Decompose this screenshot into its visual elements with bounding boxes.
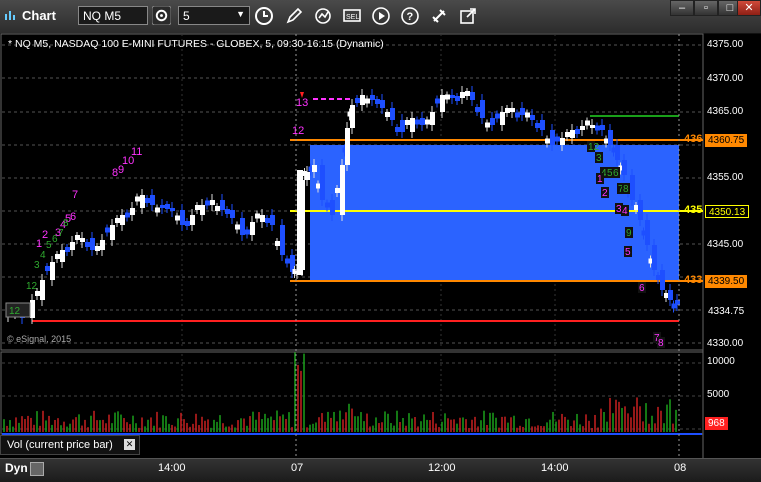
svg-text:6: 6 bbox=[70, 211, 76, 223]
svg-text:8: 8 bbox=[658, 338, 664, 349]
resistance-tag: 4360.75 bbox=[705, 134, 748, 147]
svg-text:5: 5 bbox=[625, 247, 631, 258]
svg-text:8: 8 bbox=[63, 218, 69, 229]
zoom-icon[interactable] bbox=[30, 462, 44, 476]
export-icon[interactable] bbox=[458, 6, 478, 26]
price-tick: 4365.00 bbox=[707, 106, 744, 117]
svg-text:3: 3 bbox=[34, 260, 40, 271]
volume-tick: 5000 bbox=[707, 389, 730, 400]
volume-tick: 10000 bbox=[707, 356, 735, 367]
time-tick: 08 bbox=[674, 462, 687, 474]
interval-value: 5 bbox=[183, 9, 190, 23]
layout-icon[interactable]: SEL bbox=[342, 6, 362, 26]
svg-text:7: 7 bbox=[58, 228, 64, 239]
time-axis-bar bbox=[0, 458, 761, 482]
chevron-down-icon: ▼ bbox=[236, 9, 245, 19]
title-bar: Chart NQ M5 5 ▼ SEL ? – ▫ □ ✕ bbox=[0, 0, 761, 34]
time-tick: 07 bbox=[291, 462, 304, 474]
mid-label: 435 bbox=[684, 204, 703, 216]
volume-last-tag: 968 bbox=[705, 417, 728, 430]
svg-text:SEL: SEL bbox=[346, 14, 359, 21]
support-tag: 4339.50 bbox=[705, 275, 748, 288]
svg-text:12: 12 bbox=[26, 281, 38, 292]
interval-select[interactable]: 5 ▼ bbox=[178, 6, 250, 25]
price-tick: 4375.00 bbox=[707, 39, 744, 50]
pencil-icon[interactable] bbox=[284, 6, 304, 26]
time-tick: 12:00 bbox=[428, 462, 456, 474]
price-tick: 4330.00 bbox=[707, 338, 744, 349]
svg-text:12: 12 bbox=[9, 306, 21, 317]
resistance-label: 436 bbox=[684, 133, 703, 145]
chart-icon bbox=[5, 11, 15, 20]
close-icon[interactable]: ✕ bbox=[124, 439, 135, 450]
close-button[interactable]: ✕ bbox=[737, 0, 761, 16]
price-tick: 4345.00 bbox=[707, 239, 744, 250]
mid-tag: 4350.13 bbox=[705, 205, 750, 218]
copyright-text: © eSignal, 2015 bbox=[7, 334, 72, 344]
minimize-button[interactable]: – bbox=[670, 0, 694, 16]
svg-text:1: 1 bbox=[597, 174, 603, 185]
svg-text:3: 3 bbox=[596, 153, 602, 164]
symbol-input[interactable]: NQ M5 bbox=[78, 6, 148, 25]
restore-button[interactable]: ▫ bbox=[694, 0, 718, 16]
svg-text:8: 8 bbox=[623, 184, 629, 195]
svg-text:2: 2 bbox=[602, 188, 608, 199]
svg-text:4: 4 bbox=[40, 250, 46, 261]
svg-text:12: 12 bbox=[292, 125, 304, 137]
time-tick: 14:00 bbox=[158, 462, 186, 474]
price-chart[interactable]: 1234567891011121312345678123456789123456… bbox=[0, 33, 761, 458]
link-icon[interactable] bbox=[429, 6, 449, 26]
last-price-tag: 4334.75 bbox=[705, 305, 748, 318]
play-icon[interactable] bbox=[371, 6, 391, 26]
support-label: 433 bbox=[684, 274, 703, 286]
svg-text:?: ? bbox=[407, 11, 414, 23]
time-tick: 14:00 bbox=[541, 462, 569, 474]
window-title: Chart bbox=[22, 8, 56, 23]
search-icon[interactable] bbox=[152, 6, 171, 25]
volume-legend-label: Vol (current price bar) bbox=[7, 439, 113, 451]
clock-icon[interactable] bbox=[254, 6, 274, 26]
svg-text:6: 6 bbox=[613, 168, 619, 179]
price-tick: 4355.00 bbox=[707, 172, 744, 183]
volume-legend[interactable]: Vol (current price bar) bbox=[0, 435, 140, 455]
dynamic-mode-label[interactable]: Dyn bbox=[5, 461, 28, 475]
help-icon[interactable]: ? bbox=[400, 6, 420, 26]
svg-text:12: 12 bbox=[588, 142, 600, 153]
refresh-icon[interactable] bbox=[313, 6, 333, 26]
price-tick: 4370.00 bbox=[707, 73, 744, 84]
svg-text:4: 4 bbox=[622, 206, 628, 217]
svg-text:7: 7 bbox=[72, 189, 78, 201]
svg-text:11: 11 bbox=[131, 146, 142, 158]
svg-text:9: 9 bbox=[626, 228, 632, 239]
svg-text:6: 6 bbox=[639, 283, 645, 294]
chart-title: * NQ M5, NASDAQ 100 E-MINI FUTURES - GLO… bbox=[8, 38, 384, 50]
svg-text:13: 13 bbox=[296, 97, 308, 109]
symbol-value: NQ M5 bbox=[83, 9, 122, 23]
